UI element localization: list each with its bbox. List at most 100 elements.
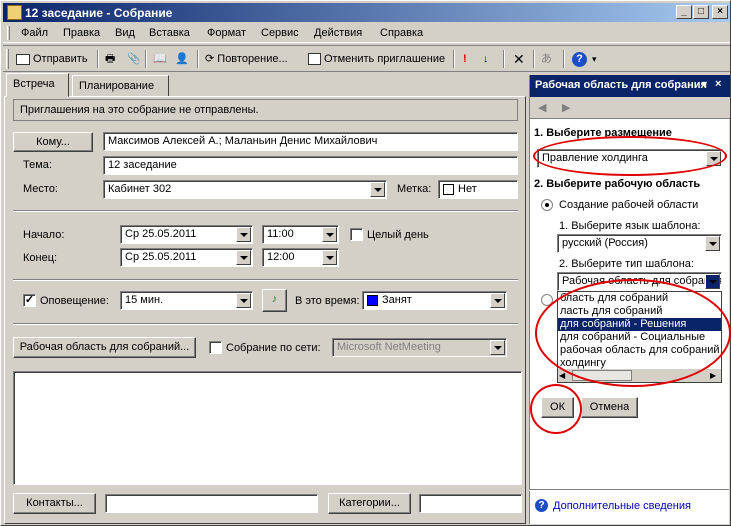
low-importance-icon[interactable]: ↓ — [483, 51, 489, 69]
menu-file[interactable]: Файл — [21, 27, 48, 39]
calendar-icon — [308, 53, 321, 66]
recurrence-icon: ⟳ — [205, 53, 218, 65]
all-day-label: Целый день — [367, 229, 429, 241]
step2-heading: 2. Выберите рабочую область — [534, 178, 701, 190]
back-arrow-icon[interactable]: ◀ — [538, 101, 546, 114]
reminder-combobox[interactable]: 15 мин. — [120, 291, 253, 310]
scroll-right-icon[interactable]: ▶ — [710, 369, 716, 382]
subject-field[interactable]: 12 заседание — [103, 156, 518, 175]
menu-help[interactable]: Справка — [380, 27, 423, 39]
start-date-dropdown-arrow[interactable] — [236, 227, 251, 242]
toolbar-separator — [97, 50, 99, 68]
maximize-button[interactable]: □ — [693, 5, 709, 19]
menu-bar: Файл Правка Вид Вставка Формат Сервис Де… — [3, 23, 730, 43]
check-names-icon[interactable]: 👤 — [175, 51, 189, 69]
show-as-combobox[interactable]: Занят — [362, 291, 507, 310]
start-time-dropdown-arrow[interactable] — [322, 227, 337, 242]
delete-icon[interactable]: ✕ — [513, 51, 525, 69]
show-as-dropdown-arrow[interactable] — [490, 293, 505, 308]
pane-menu-arrow-icon[interactable]: ▼ — [700, 79, 709, 89]
end-time-dropdown-arrow[interactable] — [322, 250, 337, 265]
label-combobox[interactable]: Нет — [438, 180, 518, 199]
annotation-oval-template-list — [535, 279, 731, 387]
start-date-combobox[interactable]: Ср 25.05.2011 — [120, 225, 253, 244]
online-meeting-checkbox[interactable] — [209, 341, 222, 354]
location-combobox[interactable]: Кабинет 302 — [103, 180, 387, 199]
toolbar-separator — [453, 50, 455, 68]
end-date-value: Ср 25.05.2011 — [125, 251, 197, 263]
send-button[interactable]: Отправить — [16, 51, 88, 69]
menu-view[interactable]: Вид — [115, 27, 135, 39]
reminder-sound-icon[interactable]: ♪ — [262, 289, 287, 312]
online-meeting-value: Microsoft NetMeeting — [337, 341, 441, 353]
pane-close-icon[interactable]: × — [715, 78, 721, 90]
menu-format[interactable]: Формат — [207, 27, 246, 39]
label-color-swatch — [443, 183, 454, 195]
menu-actions[interactable]: Действия — [314, 27, 362, 39]
cancel-button[interactable]: Отмена — [581, 397, 638, 418]
help-icon[interactable]: ? — [572, 52, 587, 67]
start-time-combobox[interactable]: 11:00 — [262, 225, 339, 244]
menu-edit[interactable]: Правка — [63, 27, 100, 39]
send-icon — [16, 53, 30, 65]
end-date-dropdown-arrow[interactable] — [236, 250, 251, 265]
contacts-field[interactable] — [105, 494, 318, 513]
online-meeting-combobox[interactable]: Microsoft NetMeeting — [332, 338, 507, 357]
toolbar-separator — [145, 50, 147, 68]
contacts-button[interactable]: Контакты... — [13, 493, 96, 514]
to-button[interactable]: Кому... — [13, 132, 93, 152]
high-importance-icon[interactable]: ! — [463, 51, 467, 69]
title-bar[interactable]: 12 заседание - Собрание _ □ × — [3, 3, 730, 22]
notes-body[interactable] — [13, 371, 522, 485]
categories-field[interactable] — [419, 494, 522, 513]
end-label: Конец: — [23, 252, 58, 264]
language-select-arrow[interactable] — [705, 236, 720, 251]
pane-nav-bar: ◀ ▶ — [530, 97, 730, 119]
menu-grip — [7, 26, 10, 40]
to-field[interactable]: Максимов Алексей А.; Маланьин Денис Миха… — [103, 132, 518, 151]
divider — [529, 489, 729, 491]
menu-insert[interactable]: Вставка — [149, 27, 190, 39]
reminder-checkbox[interactable]: ✓ — [23, 294, 36, 307]
end-time-combobox[interactable]: 12:00 — [262, 248, 339, 267]
toolbar: Отправить 🖶 📎 📖 👤 ⟳ Повторение... Отмени… — [3, 45, 730, 72]
categories-button[interactable]: Категории... — [328, 493, 411, 514]
tab-appointment[interactable]: Встреча — [6, 73, 69, 97]
end-time-value: 12:00 — [267, 251, 295, 263]
toolbar-separator — [503, 50, 505, 68]
translate-icon[interactable]: あ — [541, 51, 552, 69]
cancel-invitation-button[interactable]: Отменить приглашение — [308, 51, 445, 69]
meeting-workspace-button[interactable]: Рабочая область для собраний... — [13, 337, 196, 358]
location-dropdown-arrow[interactable] — [370, 182, 385, 197]
language-select[interactable]: русский (Россия) — [557, 234, 722, 253]
tab-scheduling[interactable]: Планирование — [72, 75, 169, 97]
template-type-label: 2. Выберите тип шаблона: — [559, 258, 694, 270]
show-as-value: Занят — [382, 294, 412, 306]
forward-arrow-icon[interactable]: ▶ — [562, 101, 570, 114]
recurrence-button[interactable]: ⟳ Повторение... — [205, 51, 288, 69]
start-label: Начало: — [23, 229, 65, 241]
close-button[interactable]: × — [712, 5, 728, 19]
outlook-meeting-window: 12 заседание - Собрание _ □ × Файл Правк… — [0, 0, 731, 526]
info-bar: Приглашения на это собрание не отправлен… — [13, 99, 518, 121]
print-icon[interactable]: 🖶 — [105, 51, 115, 69]
online-meeting-dropdown-arrow[interactable] — [490, 340, 505, 355]
label-label: Метка: — [397, 183, 432, 195]
divider — [13, 323, 518, 325]
reminder-dropdown-arrow[interactable] — [236, 293, 251, 308]
language-label: 1. Выберите язык шаблона: — [559, 220, 701, 232]
more-info-link[interactable]: Дополнительные сведения — [553, 500, 691, 512]
meeting-app-icon — [7, 5, 22, 20]
all-day-checkbox[interactable] — [350, 228, 363, 241]
end-date-combobox[interactable]: Ср 25.05.2011 — [120, 248, 253, 267]
toolbar-options-icon[interactable]: ▾ — [592, 51, 597, 69]
menu-tools[interactable]: Сервис — [261, 27, 299, 39]
annotation-oval-location — [533, 136, 727, 176]
busy-color-swatch — [367, 294, 378, 306]
template-type-select-arrow[interactable] — [705, 274, 720, 289]
attach-icon[interactable]: 📎 — [127, 51, 141, 69]
address-book-icon[interactable]: 📖 — [153, 51, 167, 69]
minimize-button[interactable]: _ — [676, 5, 692, 19]
toolbar-separator — [533, 50, 535, 68]
create-workspace-radio[interactable] — [541, 199, 553, 211]
